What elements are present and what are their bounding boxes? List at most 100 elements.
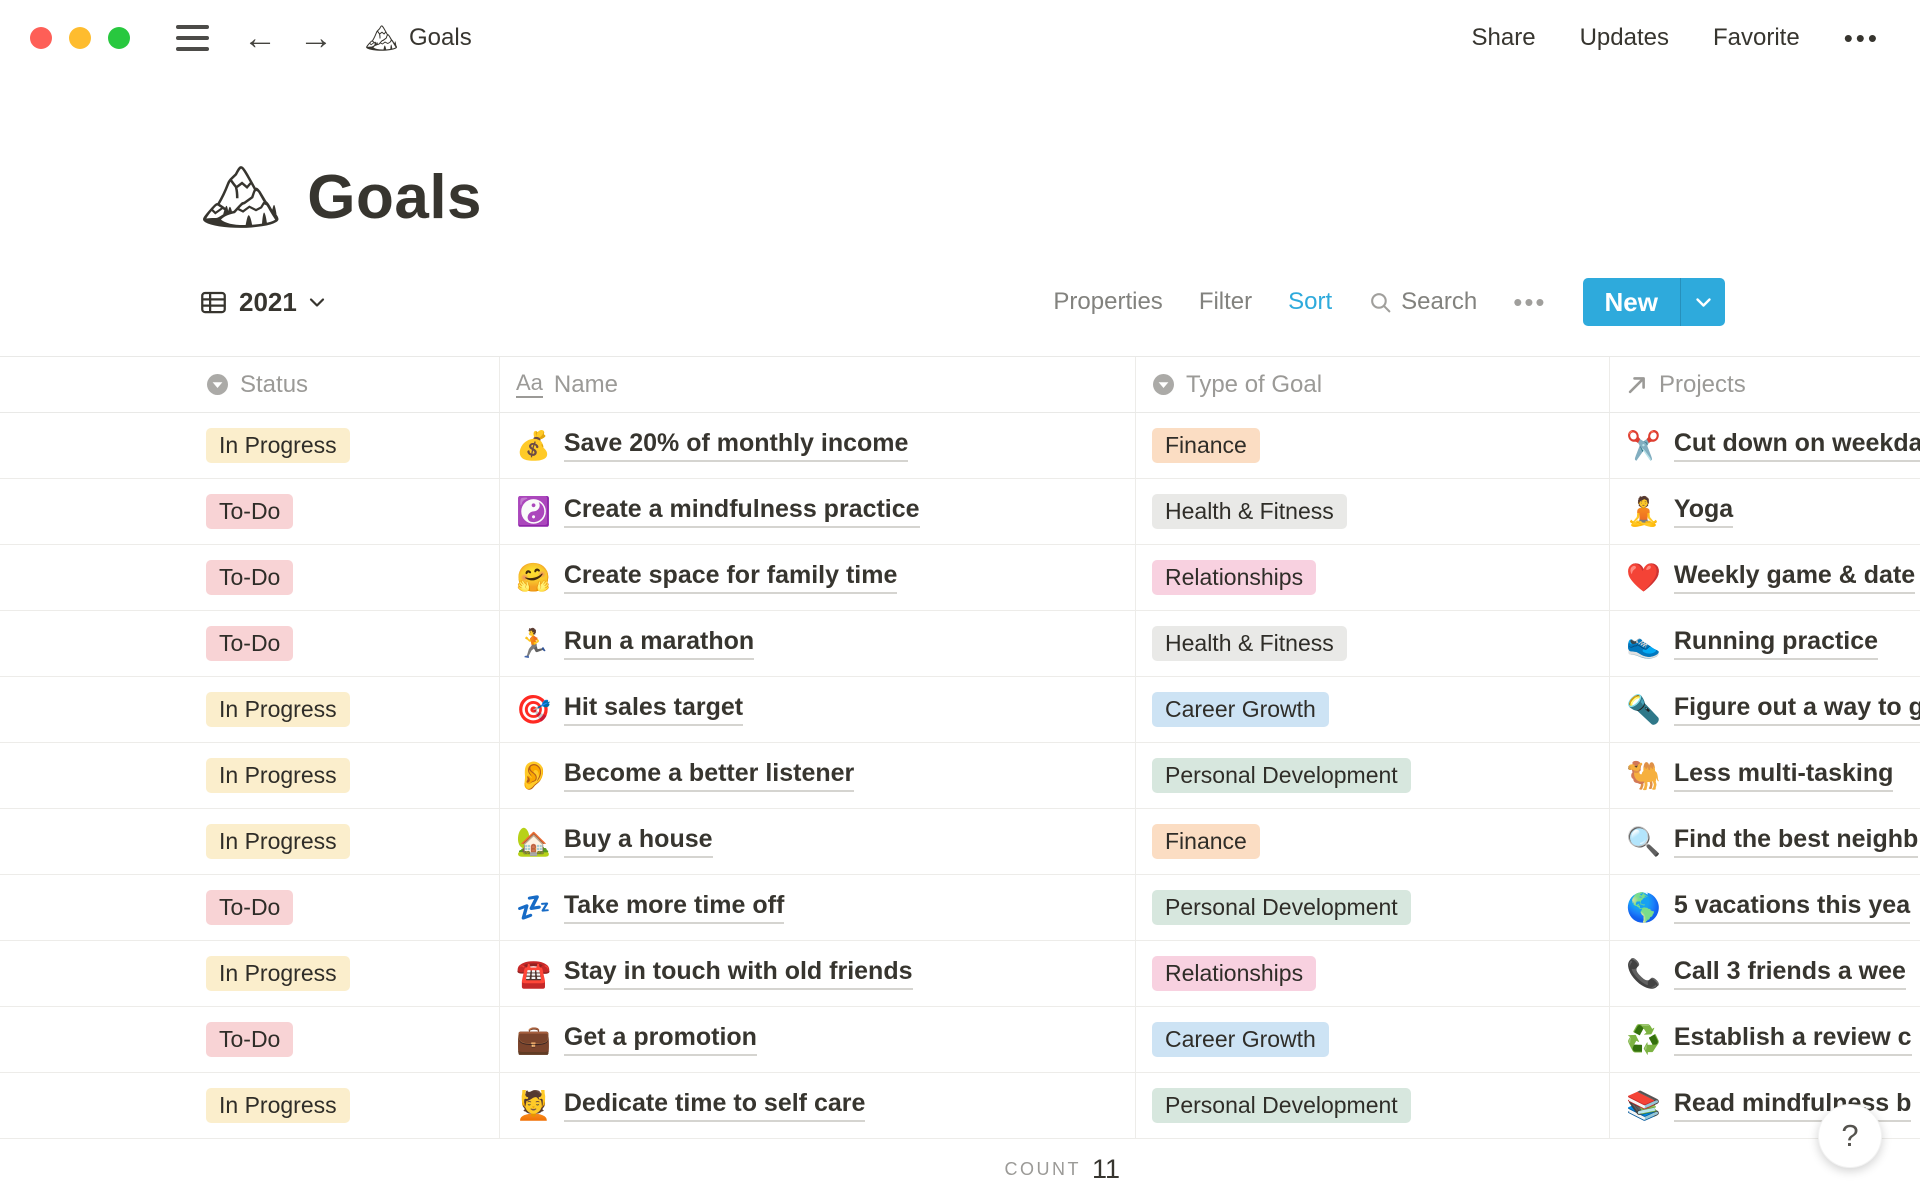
updates-button[interactable]: Updates (1580, 24, 1669, 52)
status-cell[interactable]: In Progress (190, 743, 500, 808)
goal-page-link[interactable]: Take more time off (563, 891, 785, 924)
project-page-link[interactable]: Cut down on weekda (1673, 429, 1920, 462)
projects-cell[interactable]: 🔍 Find the best neighb (1610, 809, 1920, 874)
project-page-link[interactable]: Call 3 friends a wee (1673, 957, 1906, 990)
project-page-link[interactable]: 5 vacations this yea (1673, 891, 1911, 924)
breadcrumb[interactable]: 🏔 Goals (365, 24, 472, 52)
name-cell[interactable]: 💆 Dedicate time to self care (500, 1073, 1136, 1138)
status-cell[interactable]: In Progress (190, 413, 500, 478)
type-of-goal-cell[interactable]: Health & Fitness (1136, 479, 1610, 544)
search-icon (1371, 292, 1391, 312)
toolbar-more-icon[interactable]: ••• (1513, 287, 1546, 318)
column-header-type-of-goal[interactable]: Type of Goal (1136, 357, 1610, 412)
count-aggregate[interactable]: COUNT 11 (500, 1154, 1136, 1185)
type-of-goal-cell[interactable]: Personal Development (1136, 1073, 1610, 1138)
project-page-link[interactable]: Less multi-tasking (1673, 759, 1894, 792)
name-cell[interactable]: 👂 Become a better listener (500, 743, 1136, 808)
name-cell[interactable]: 💼 Get a promotion (500, 1007, 1136, 1072)
type-of-goal-cell[interactable]: Health & Fitness (1136, 611, 1610, 676)
back-arrow-icon[interactable]: ← (243, 21, 277, 55)
search-button[interactable]: Search (1368, 288, 1477, 316)
status-badge: To-Do (206, 1022, 294, 1057)
projects-cell[interactable]: ✂️ Cut down on weekda (1610, 413, 1920, 478)
type-of-goal-badge: Relationships (1152, 956, 1317, 991)
goal-page-link[interactable]: Create space for family time (563, 561, 898, 594)
type-of-goal-cell[interactable]: Personal Development (1136, 875, 1610, 940)
type-of-goal-cell[interactable]: Relationships (1136, 545, 1610, 610)
name-cell[interactable]: 🎯 Hit sales target (500, 677, 1136, 742)
goal-emoji-icon: 🤗 (516, 561, 551, 593)
status-cell[interactable]: In Progress (190, 677, 500, 742)
projects-cell[interactable]: 🐫 Less multi-tasking (1610, 743, 1920, 808)
project-page-link[interactable]: Establish a review c (1673, 1023, 1912, 1056)
name-cell[interactable]: 💤 Take more time off (500, 875, 1136, 940)
goal-page-link[interactable]: Hit sales target (563, 693, 744, 726)
name-cell[interactable]: 🤗 Create space for family time (500, 545, 1136, 610)
view-switcher[interactable]: 2021 (200, 287, 325, 318)
goal-page-link[interactable]: Become a better listener (563, 759, 855, 792)
goal-page-link[interactable]: Get a promotion (563, 1023, 757, 1056)
properties-button[interactable]: Properties (1053, 288, 1162, 316)
new-button[interactable]: New (1583, 278, 1680, 326)
more-options-icon[interactable]: ••• (1844, 23, 1880, 54)
projects-cell[interactable]: 🧘 Yoga (1610, 479, 1920, 544)
status-cell[interactable]: To-Do (190, 479, 500, 544)
favorite-button[interactable]: Favorite (1713, 24, 1800, 52)
type-of-goal-cell[interactable]: Relationships (1136, 941, 1610, 1006)
status-cell[interactable]: In Progress (190, 941, 500, 1006)
help-button[interactable]: ? (1818, 1104, 1882, 1168)
name-cell[interactable]: ☯️ Create a mindfulness practice (500, 479, 1136, 544)
type-of-goal-cell[interactable]: Finance (1136, 809, 1610, 874)
zoom-window-button[interactable] (108, 27, 130, 49)
projects-cell[interactable]: ❤️ Weekly game & date (1610, 545, 1920, 610)
forward-arrow-icon[interactable]: → (299, 21, 333, 55)
goal-page-link[interactable]: Dedicate time to self care (563, 1089, 866, 1122)
type-of-goal-cell[interactable]: Career Growth (1136, 677, 1610, 742)
share-button[interactable]: Share (1472, 24, 1536, 52)
project-page-link[interactable]: Find the best neighb (1673, 825, 1919, 858)
goal-emoji-icon: 💼 (516, 1023, 551, 1055)
goal-page-link[interactable]: Create a mindfulness practice (563, 495, 920, 528)
goal-page-link[interactable]: Buy a house (563, 825, 713, 858)
type-of-goal-badge: Finance (1152, 428, 1260, 463)
status-cell[interactable]: In Progress (190, 809, 500, 874)
status-cell[interactable]: To-Do (190, 1007, 500, 1072)
status-cell[interactable]: To-Do (190, 545, 500, 610)
projects-cell[interactable]: ♻️ Establish a review c (1610, 1007, 1920, 1072)
name-cell[interactable]: 💰 Save 20% of monthly income (500, 413, 1136, 478)
projects-cell[interactable]: 📞 Call 3 friends a wee (1610, 941, 1920, 1006)
project-page-link[interactable]: Weekly game & date (1673, 561, 1916, 594)
type-of-goal-cell[interactable]: Personal Development (1136, 743, 1610, 808)
sidebar-menu-icon[interactable] (176, 25, 209, 51)
close-window-button[interactable] (30, 27, 52, 49)
projects-cell[interactable]: 👟 Running practice (1610, 611, 1920, 676)
page-icon[interactable]: 🏔 (200, 165, 281, 229)
new-dropdown-button[interactable] (1681, 278, 1725, 326)
column-header-name[interactable]: Aa Name (500, 357, 1136, 412)
status-cell[interactable]: To-Do (190, 875, 500, 940)
title-property-icon: Aa (516, 370, 543, 399)
projects-cell[interactable]: 🔦 Figure out a way to g (1610, 677, 1920, 742)
name-cell[interactable]: 🏡 Buy a house (500, 809, 1136, 874)
type-of-goal-cell[interactable]: Finance (1136, 413, 1610, 478)
column-header-status[interactable]: Status (190, 357, 500, 412)
projects-cell[interactable]: 🌎 5 vacations this yea (1610, 875, 1920, 940)
page-title[interactable]: Goals (307, 162, 482, 233)
column-header-projects[interactable]: Projects (1610, 357, 1920, 412)
name-cell[interactable]: 🏃 Run a marathon (500, 611, 1136, 676)
minimize-window-button[interactable] (69, 27, 91, 49)
status-cell[interactable]: To-Do (190, 611, 500, 676)
sort-button[interactable]: Sort (1288, 288, 1332, 316)
project-page-link[interactable]: Running practice (1673, 627, 1879, 660)
project-page-link[interactable]: Figure out a way to g (1673, 693, 1920, 726)
project-page-link[interactable]: Yoga (1673, 495, 1734, 528)
type-of-goal-badge: Career Growth (1152, 692, 1329, 727)
goal-page-link[interactable]: Stay in touch with old friends (563, 957, 913, 990)
goal-page-link[interactable]: Save 20% of monthly income (563, 429, 909, 462)
type-of-goal-cell[interactable]: Career Growth (1136, 1007, 1610, 1072)
goal-page-link[interactable]: Run a marathon (563, 627, 755, 660)
status-cell[interactable]: In Progress (190, 1073, 500, 1138)
name-cell[interactable]: ☎️ Stay in touch with old friends (500, 941, 1136, 1006)
filter-button[interactable]: Filter (1199, 288, 1252, 316)
window-titlebar: ← → 🏔 Goals Share Updates Favorite ••• (0, 0, 1920, 76)
